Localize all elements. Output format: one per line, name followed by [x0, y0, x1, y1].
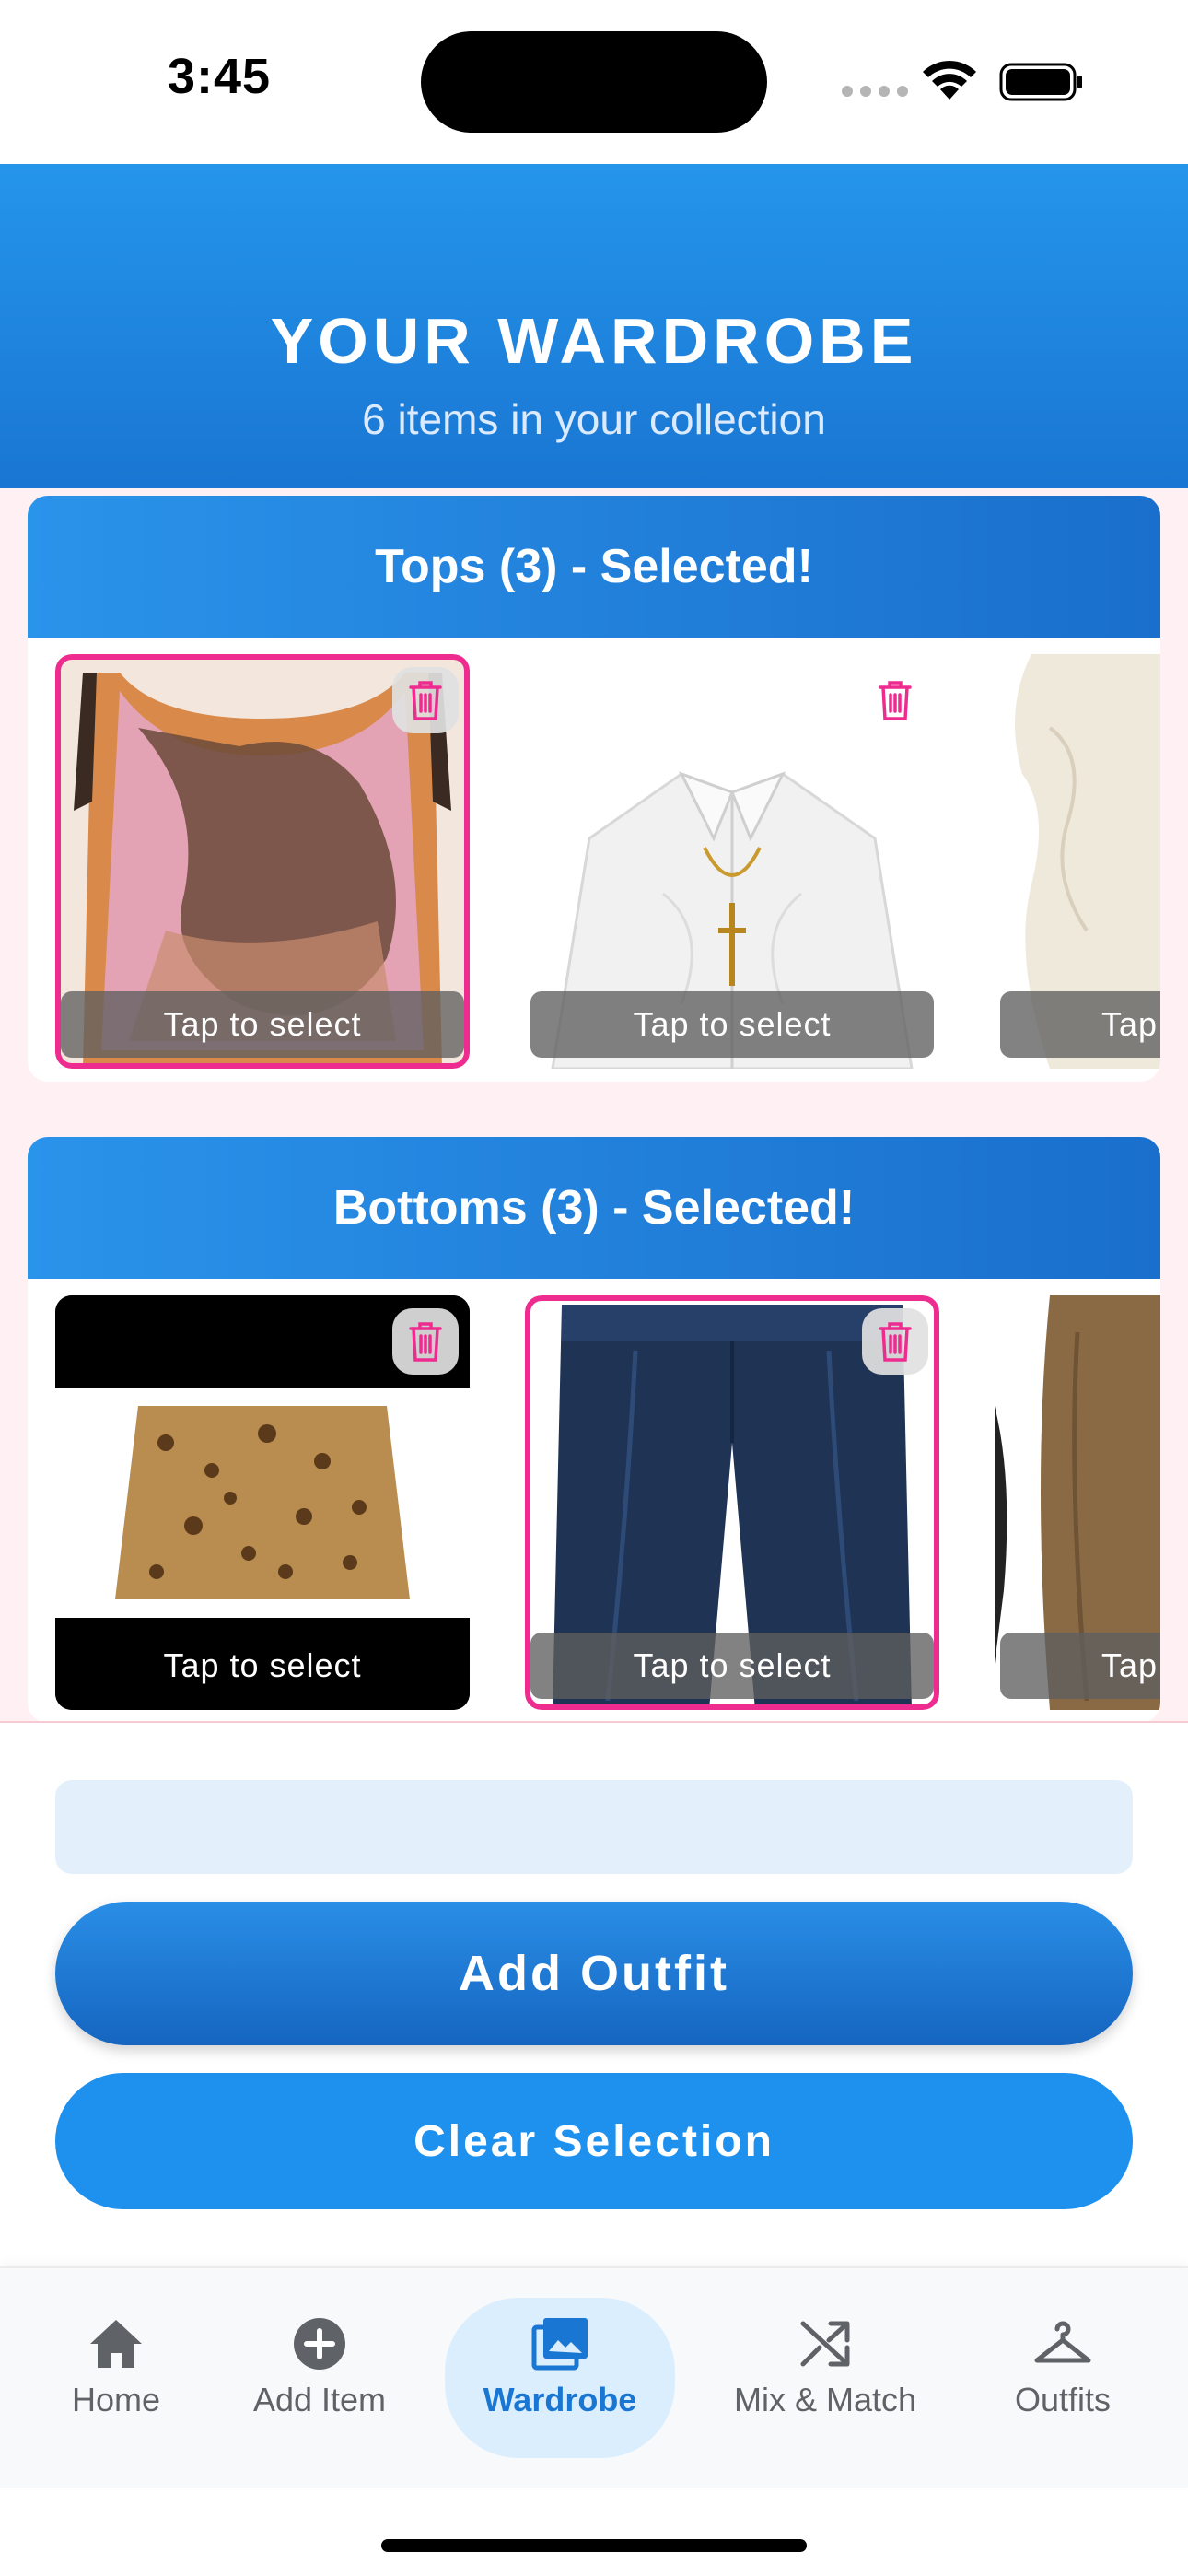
trash-icon: [409, 1322, 442, 1362]
trash-icon: [409, 681, 442, 720]
delete-item-button[interactable]: [862, 667, 928, 733]
items-carousel-tops[interactable]: Tap to select Tap to select Tap: [28, 638, 1160, 1082]
wardrobe-content[interactable]: Tops (3) - Selected! Tap to select Tap t…: [0, 488, 1188, 1723]
nav-label-outfits: Outfits: [1014, 2381, 1112, 2418]
items-carousel-bottoms[interactable]: Tap to select Tap to select Tap: [28, 1279, 1160, 1723]
tap-to-select-label: Tap: [1000, 991, 1160, 1058]
wardrobe-item-top-3[interactable]: Tap: [995, 654, 1160, 1069]
nav-label-add-item: Add Item: [252, 2381, 387, 2418]
category-tops: Tops (3) - Selected! Tap to select Tap t…: [28, 496, 1160, 1082]
trash-icon: [879, 681, 912, 720]
nav-label-mix-match: Mix & Match: [733, 2381, 917, 2418]
wardrobe-item-bottom-3[interactable]: Tap: [995, 1295, 1160, 1710]
tap-to-select-label: Tap to select: [61, 1633, 464, 1699]
category-bottoms: Bottoms (3) - Selected! Tap to select Ta…: [28, 1137, 1160, 1723]
nav-item-mix-match[interactable]: Mix & Match: [733, 2298, 917, 2458]
wardrobe-item-bottom-1[interactable]: Tap to select: [55, 1295, 470, 1710]
wardrobe-header: YOUR WARDROBE 6 items in your collection: [0, 164, 1188, 488]
wardrobe-item-top-1[interactable]: Tap to select: [55, 654, 470, 1069]
nav-item-wardrobe[interactable]: Wardrobe: [445, 2298, 675, 2458]
bottom-navigation: Home Add Item Wardrobe Mix & Match Outfi…: [0, 2266, 1188, 2488]
home-icon: [90, 2320, 142, 2368]
delete-item-button[interactable]: [862, 1308, 928, 1375]
page-title: YOUR WARDROBE: [270, 305, 918, 377]
tap-to-select-label: Tap to select: [61, 991, 464, 1058]
shuffle-icon: [800, 2321, 850, 2367]
dynamic-island: [421, 31, 767, 133]
hanger-icon: [1034, 2321, 1091, 2363]
category-header-bottoms: Bottoms (3) - Selected!: [28, 1137, 1160, 1279]
nav-item-outfits[interactable]: Outfits: [971, 2298, 1155, 2458]
tap-to-select-label: Tap to select: [530, 991, 934, 1058]
status-bar: 3:45: [0, 0, 1188, 164]
wardrobe-item-bottom-2[interactable]: Tap to select: [525, 1295, 939, 1710]
trash-icon: [879, 1322, 912, 1362]
tap-to-select-label: Tap to select: [530, 1633, 934, 1699]
nav-label-home: Home: [71, 2381, 161, 2418]
home-indicator: [381, 2539, 807, 2552]
cellular-signal-icon: [842, 85, 915, 101]
tap-to-select-label: Tap: [1000, 1633, 1160, 1699]
add-outfit-button[interactable]: Add Outfit: [55, 1902, 1133, 2045]
wardrobe-item-top-2[interactable]: Tap to select: [525, 654, 939, 1069]
clear-selection-button[interactable]: Clear Selection: [55, 2073, 1133, 2209]
outfit-name-input[interactable]: [55, 1780, 1133, 1874]
content-divider: [0, 1721, 1188, 1723]
status-time: 3:45: [168, 49, 272, 104]
photo-library-icon: [531, 2318, 588, 2371]
wifi-icon: [923, 60, 976, 100]
nav-label-wardrobe: Wardrobe: [483, 2381, 637, 2418]
add-circle-icon: [294, 2318, 345, 2370]
delete-item-button[interactable]: [392, 667, 459, 733]
delete-item-button[interactable]: [392, 1308, 459, 1375]
category-header-tops: Tops (3) - Selected!: [28, 496, 1160, 638]
nav-item-add-item[interactable]: Add Item: [227, 2298, 412, 2458]
item-count-subtitle: 6 items in your collection: [362, 395, 826, 443]
nav-item-home[interactable]: Home: [24, 2298, 208, 2458]
battery-icon: [999, 63, 1082, 101]
